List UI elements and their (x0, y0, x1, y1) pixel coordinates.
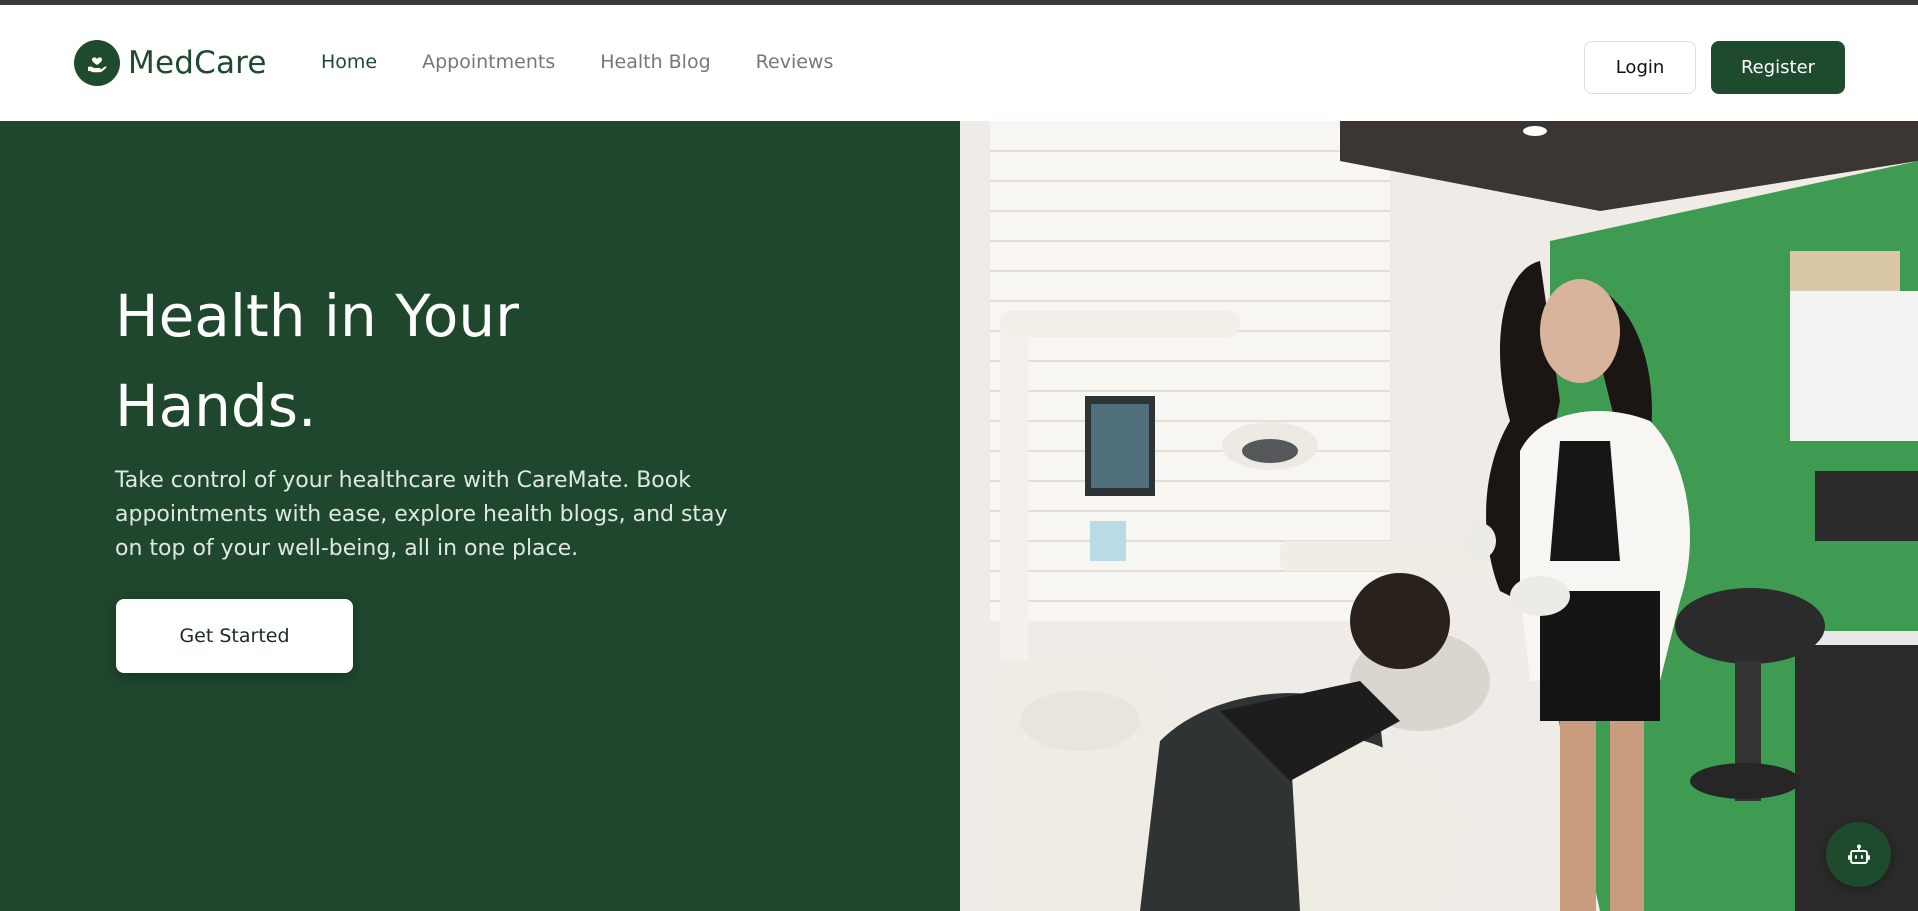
nav-link-appointments[interactable]: Appointments (422, 51, 555, 73)
hero-title-line-2: Hands. (115, 372, 317, 440)
chatbot-button[interactable] (1826, 822, 1891, 887)
brand-name: MedCare (128, 45, 267, 81)
navbar: MedCare Home Appointments Health Blog Re… (0, 5, 1918, 121)
login-button[interactable]: Login (1584, 41, 1696, 94)
register-button[interactable]: Register (1711, 41, 1845, 94)
robot-icon (1847, 844, 1870, 864)
brand-logo[interactable]: MedCare (74, 40, 267, 86)
hero-subtitle: Take control of your healthcare with Car… (115, 468, 728, 561)
hero-title-line-1: Health in Your (115, 282, 520, 350)
nav-link-home[interactable]: Home (321, 51, 377, 73)
main-nav: Home Appointments Health Blog Reviews (321, 51, 878, 73)
heart-in-hand-icon (74, 40, 120, 86)
auth-buttons: Login Register (1584, 41, 1845, 94)
nav-link-health-blog[interactable]: Health Blog (600, 51, 710, 73)
hero-title: Health in Your Hands. (115, 271, 675, 451)
nav-link-reviews[interactable]: Reviews (756, 51, 834, 73)
hero-section: Health in Your Hands. Take control of yo… (0, 121, 960, 911)
hero-image (960, 121, 1918, 911)
get-started-button[interactable]: Get Started (116, 599, 353, 673)
